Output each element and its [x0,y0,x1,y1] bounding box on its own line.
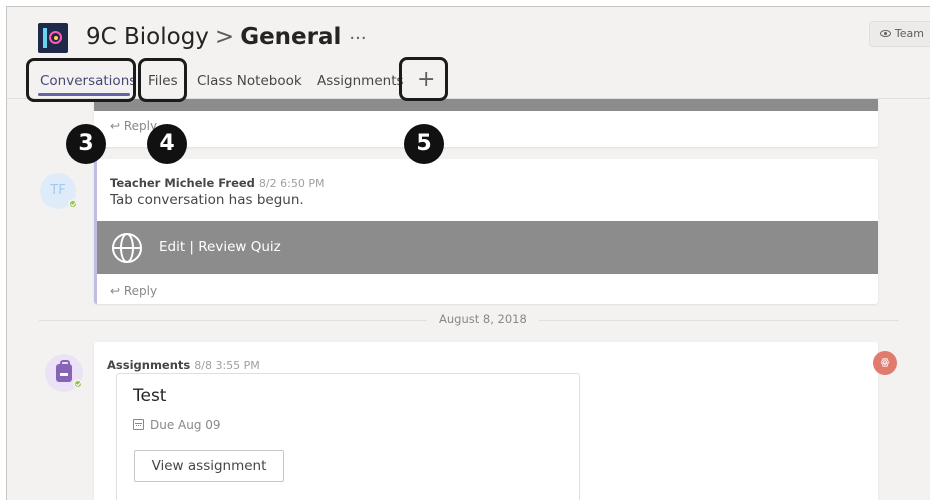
message-timestamp: 8/2 6:50 PM [258,177,325,190]
calendar-icon [133,419,144,430]
callout-box-conversations [26,58,136,102]
team-logo-icon [38,23,68,53]
callout-badge-5: 5 [404,124,444,164]
people-icon[interactable]: ꙮ [873,351,897,375]
breadcrumb-separator: > [214,24,235,50]
assignment-card[interactable]: Test Due Aug 09 View assignment [116,373,580,500]
date-divider-label: August 8, 2018 [427,312,539,326]
reply-link[interactable]: ↩ Reply [110,119,157,133]
channel-title: 9C Biology > General ··· [86,21,367,55]
presence-available-icon [73,379,83,389]
backpack-icon [56,360,72,382]
message-card: Teacher Michele Freed 8/2 6:50 PM Tab con… [94,159,878,304]
eye-icon [879,30,891,37]
reply-link[interactable]: ↩ Reply [110,284,157,298]
view-assignment-button[interactable]: View assignment [134,450,284,482]
presence-available-icon [68,199,78,209]
team-button[interactable]: Team [868,21,930,47]
callout-badge-4: 4 [147,124,187,164]
channel-name: General [240,24,342,50]
message-author[interactable]: Assignments [107,358,190,372]
assignment-due: Due Aug 09 [133,418,221,432]
assignment-title: Test [133,386,167,406]
tab-link-label: Edit | Review Quiz [159,239,281,255]
reply-label: Reply [123,284,158,298]
message-text: Tab conversation has begun. [110,192,304,208]
previous-tab-band [94,99,878,111]
tab-assignments[interactable]: Assignments [317,73,404,89]
due-date-label: Due Aug 09 [150,418,221,432]
callout-box-files [138,58,187,102]
callout-box-add-tab [399,57,448,101]
message-author[interactable]: Teacher Michele Freed [110,176,255,190]
globe-icon [112,233,142,263]
message-header: Assignments 8/8 3:55 PM [107,354,260,373]
tab-class-notebook[interactable]: Class Notebook [197,73,302,89]
message-header: Teacher Michele Freed 8/2 6:50 PM [110,172,324,191]
team-name[interactable]: 9C Biology [86,24,209,50]
team-button-label: Team [894,27,924,40]
more-options-icon[interactable]: ··· [349,28,366,49]
message-timestamp: 8/8 3:55 PM [194,359,260,372]
callout-badge-3: 3 [66,124,106,164]
tab-link-card[interactable]: Edit | Review Quiz [97,221,878,274]
previous-thread-card: ↩ Reply [94,99,878,147]
